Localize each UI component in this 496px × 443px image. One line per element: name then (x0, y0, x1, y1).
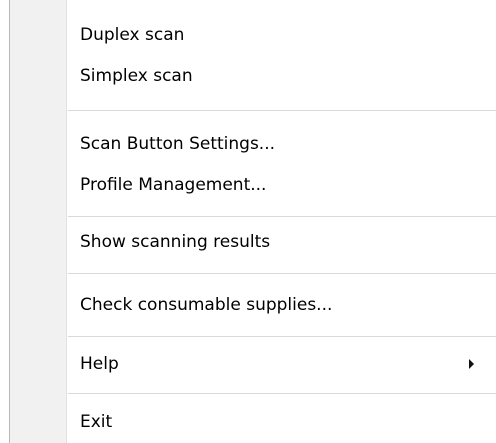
menu-item-check-consumable-supplies[interactable]: Check consumable supplies... (67, 285, 496, 325)
menu-separator (68, 216, 496, 217)
menu-separator (68, 110, 496, 111)
menu-item-simplex-scan[interactable]: Simplex scan (67, 56, 496, 96)
menu-separator (68, 336, 496, 337)
menu-item-help[interactable]: Help (67, 344, 496, 384)
menu-item-duplex-scan[interactable]: Duplex scan (67, 15, 496, 55)
menu-item-label: Profile Management... (80, 175, 267, 195)
chevron-right-icon (469, 359, 474, 369)
menu-item-profile-management[interactable]: Profile Management... (67, 165, 496, 205)
menu-separator (68, 393, 496, 394)
menu-item-label: Check consumable supplies... (80, 295, 333, 315)
menu-item-label: Show scanning results (80, 232, 271, 252)
menu-item-label: Duplex scan (80, 25, 185, 45)
menu-item-show-scanning-results[interactable]: Show scanning results (67, 222, 496, 262)
scanner-context-menu: Duplex scan Simplex scan Scan Button Set… (0, 0, 496, 443)
menu-icon-gutter (10, 0, 66, 443)
menu-item-label: Help (80, 354, 119, 374)
menu-separator (68, 273, 496, 274)
menu-item-exit[interactable]: Exit (67, 402, 496, 442)
menu-item-scan-button-settings[interactable]: Scan Button Settings... (67, 124, 496, 164)
menu-item-label: Simplex scan (80, 66, 193, 86)
menu-item-label: Exit (80, 412, 113, 432)
menu-item-label: Scan Button Settings... (80, 134, 276, 154)
